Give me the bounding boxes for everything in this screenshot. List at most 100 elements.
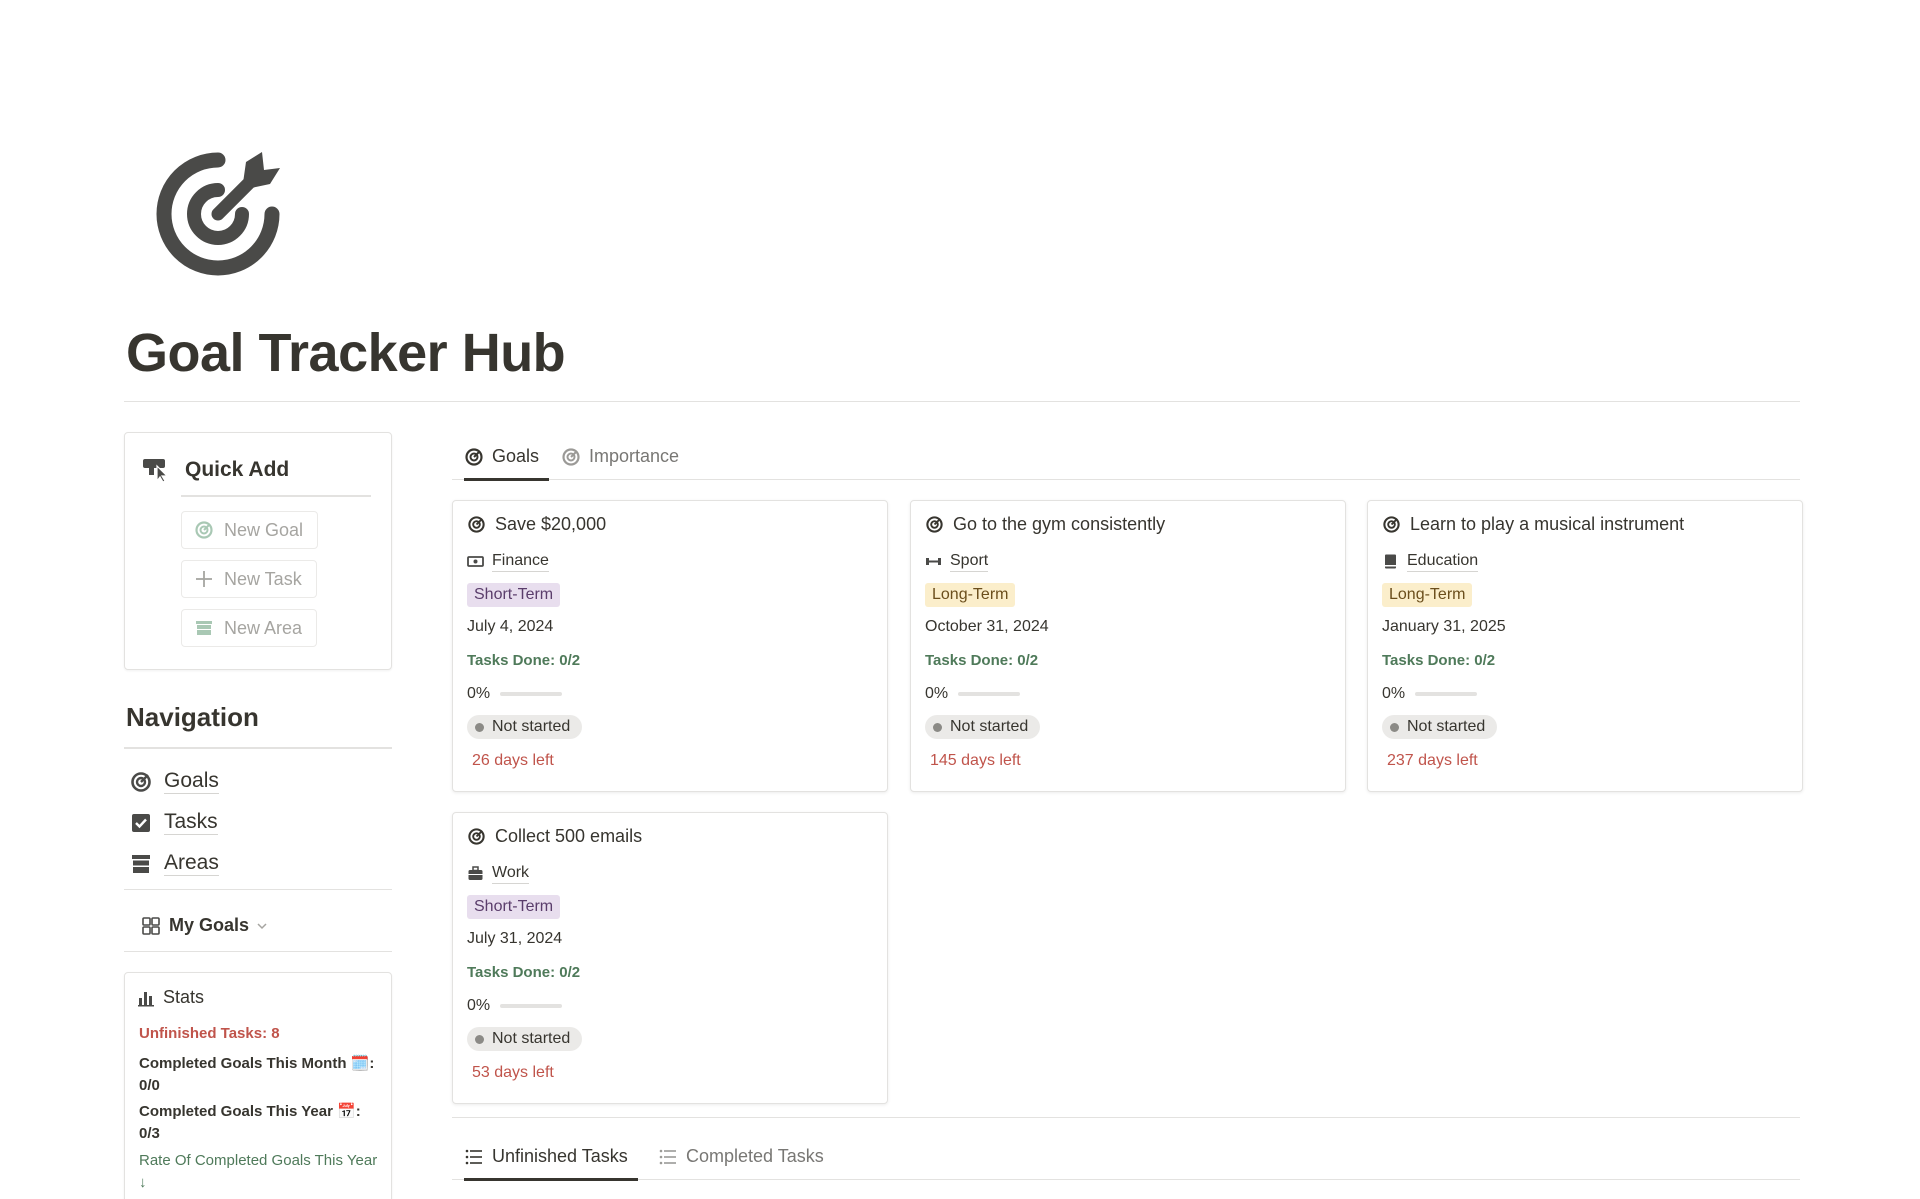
progress-bar [500, 692, 563, 696]
goal-progress: 0% [467, 685, 563, 703]
rate-completed-stat: Rate Of Completed Goals This Year ↓ [139, 1152, 378, 1191]
goal-area-label: Education [1407, 551, 1479, 572]
goal-card[interactable]: Learn to play a musical instrument Educa… [1367, 500, 1803, 792]
term-tag: Short-Term [467, 895, 561, 919]
goal-date: July 31, 2024 [467, 930, 563, 947]
quick-add-panel: Quick Add New Goal New Task New Area [124, 432, 392, 670]
bar-chart-icon [138, 991, 154, 1006]
nav-item-tasks[interactable]: Tasks [130, 810, 218, 835]
goal-progress: 0% [925, 685, 1021, 703]
term-tag: Long-Term [925, 583, 1016, 607]
progress-percent: 0% [925, 685, 949, 702]
tasks-done: Tasks Done: 0/2 [467, 652, 581, 669]
goal-title-text: Collect 500 emails [495, 826, 643, 846]
status-label: Not started [1407, 718, 1486, 735]
briefcase-icon [468, 866, 483, 880]
money-icon [467, 556, 484, 567]
tab-unfinished-tasks-label: Unfinished Tasks [492, 1146, 628, 1166]
target-arrow-icon [156, 152, 280, 276]
target-icon [465, 447, 483, 466]
chevron-down-icon [257, 922, 267, 929]
checkbox-icon [132, 813, 150, 832]
target-icon [926, 516, 943, 533]
quick-add-divider [181, 495, 371, 497]
my-goals-label: My Goals [169, 915, 250, 935]
status-label: Not started [950, 718, 1029, 735]
days-left: 26 days left [472, 752, 554, 769]
book-icon [1385, 554, 1396, 569]
tasks-done: Tasks Done: 0/2 [925, 652, 1039, 669]
view-divider [124, 951, 392, 952]
target-icon [468, 828, 485, 845]
archive-icon [132, 854, 150, 873]
progress-percent: 0% [467, 685, 491, 702]
status-label: Not started [492, 1030, 571, 1047]
plus-icon [196, 571, 212, 587]
tab-goals-label: Goals [492, 446, 540, 466]
tab-importance[interactable]: Importance [561, 433, 679, 480]
goal-date: July 4, 2024 [467, 618, 554, 635]
status-dot [475, 722, 484, 732]
archive-icon [196, 621, 212, 635]
new-task-label: New Task [224, 568, 302, 589]
goal-area[interactable]: Sport [925, 551, 989, 572]
tab-goals[interactable]: Goals [464, 433, 550, 481]
navigation-heading: Navigation [126, 702, 259, 732]
goal-card[interactable]: Save $20,000 Finance Short-Term July 4, … [452, 500, 888, 792]
progress-percent: 0% [467, 997, 491, 1014]
navigation-divider-bottom [124, 889, 392, 890]
days-left: 237 days left [1387, 752, 1478, 769]
goals-tabbar: Goals Importance [452, 433, 1800, 481]
goal-title: Go to the gym consistently [925, 514, 1165, 535]
navigation-divider [124, 747, 392, 749]
nav-item-goals-label: Goals [164, 769, 219, 794]
quick-add-header: Quick Add [141, 457, 289, 483]
goal-title-text: Go to the gym consistently [953, 514, 1166, 534]
stats-title: Stats [163, 987, 205, 1007]
new-task-button[interactable]: New Task [181, 560, 317, 598]
gallery-icon [142, 916, 160, 935]
title-divider [124, 401, 1800, 402]
goal-area-label: Sport [950, 551, 989, 572]
my-goals-view-switcher[interactable]: My Goals [141, 915, 269, 936]
nav-item-goals[interactable]: Goals [130, 769, 219, 794]
goal-title: Learn to play a musical instrument [1382, 514, 1684, 535]
new-area-label: New Area [224, 617, 303, 638]
progress-bar [958, 692, 1021, 696]
new-goal-label: New Goal [224, 519, 304, 540]
pointer-hand-icon [143, 459, 169, 483]
goal-title-text: Learn to play a musical instrument [1410, 514, 1685, 534]
days-left: 53 days left [472, 1064, 554, 1081]
new-area-button[interactable]: New Area [181, 609, 318, 647]
nav-item-tasks-label: Tasks [164, 810, 218, 835]
days-left: 145 days left [930, 752, 1021, 769]
goal-title-text: Save $20,000 [495, 514, 607, 534]
goal-date: January 31, 2025 [1382, 618, 1506, 635]
progress-percent: 0% [1382, 685, 1406, 702]
goal-area-label: Finance [492, 551, 549, 572]
tasks-tabbar: Unfinished Tasks Completed Tasks [452, 1133, 1800, 1181]
list-icon [659, 1149, 676, 1164]
tasks-done: Tasks Done: 0/2 [467, 964, 581, 981]
status-label: Not started [492, 718, 571, 735]
goal-area[interactable]: Education [1382, 551, 1479, 572]
status-dot [475, 1034, 484, 1044]
goal-area[interactable]: Work [467, 863, 530, 884]
goal-title: Save $20,000 [467, 514, 606, 535]
nav-item-areas[interactable]: Areas [130, 851, 219, 876]
new-goal-button[interactable]: New Goal [181, 511, 319, 549]
status-badge: Not started [1382, 715, 1498, 739]
tab-completed-tasks[interactable]: Completed Tasks [658, 1133, 824, 1180]
target-icon [195, 521, 213, 539]
goal-card[interactable]: Go to the gym consistently Sport Long-Te… [910, 500, 1346, 792]
goal-card[interactable]: Collect 500 emails Work Short-Term July … [452, 812, 888, 1104]
status-badge: Not started [467, 715, 583, 739]
goal-area[interactable]: Finance [467, 551, 549, 572]
page-title: Goal Tracker Hub [126, 323, 566, 383]
completed-year-stat: Completed Goals This Year 📅: 0/3 [139, 1103, 361, 1142]
goal-title: Collect 500 emails [467, 826, 642, 847]
tasks-done: Tasks Done: 0/2 [1382, 652, 1496, 669]
goal-area-label: Work [492, 863, 530, 884]
tab-unfinished-tasks[interactable]: Unfinished Tasks [464, 1133, 638, 1181]
target-icon [468, 516, 485, 533]
